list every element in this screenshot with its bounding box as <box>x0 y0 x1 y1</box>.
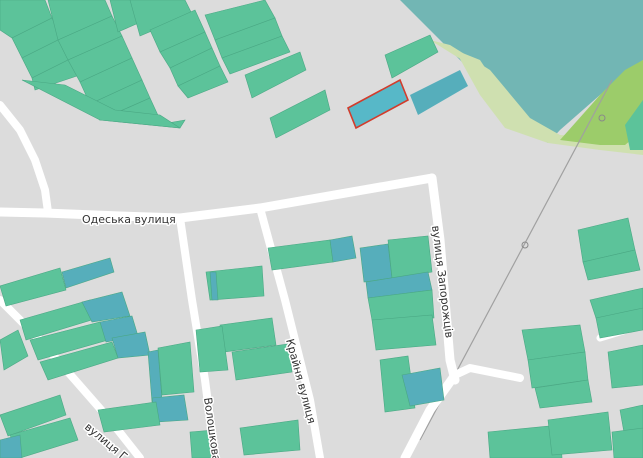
buildings-right <box>487 217 643 458</box>
map-canvas[interactable]: Одеська вулиця вулиця Запорожців Крайня … <box>0 0 643 458</box>
building-blue <box>410 70 468 115</box>
selected-building[interactable] <box>346 78 410 130</box>
map-view[interactable]: Одеська вулиця вулиця Запорожців Крайня … <box>0 0 643 458</box>
street-label-odeska: Одеська вулиця <box>82 213 176 226</box>
